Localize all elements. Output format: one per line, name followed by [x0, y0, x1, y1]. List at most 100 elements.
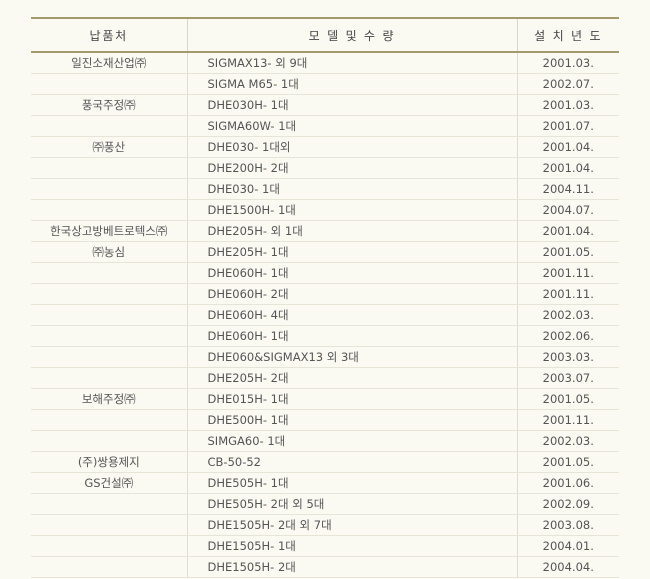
table-row: DHE1505H- 2대 2004.04. [31, 556, 619, 578]
model-cell: DHE060H- 2대 [187, 283, 517, 305]
model-cell: SIGMA M65- 1대 [187, 73, 517, 95]
model-cell: DHE030- 1대 [187, 178, 517, 200]
install-date-cell: 2001.04. [516, 157, 619, 179]
install-date-cell: 2001.04. [516, 220, 619, 242]
install-date-cell: 2001.07. [516, 115, 619, 137]
install-date-cell: 2001.04. [516, 136, 619, 158]
model-cell: CB-50-52 [187, 451, 517, 473]
install-date-cell: 2001.06. [516, 472, 619, 494]
client-cell [31, 73, 188, 95]
table-row: SIMGA60- 1대 2002.03. [31, 430, 619, 452]
client-cell [31, 556, 188, 578]
client-cell [31, 283, 188, 305]
table-row: SIGMA M65- 1대 2002.07. [31, 73, 619, 95]
model-cell: DHE060&SIGMAX13 외 3대 [187, 346, 517, 368]
install-date-cell: 2003.07. [516, 367, 619, 389]
table-row: (주)쌍용제지 CB-50-52 2001.05. [31, 451, 619, 473]
table-row: DHE1505H- 2대 외 7대 2003.08. [31, 514, 619, 536]
table-row: DHE200H- 2대 2001.04. [31, 157, 619, 179]
model-cell: DHE205H- 외 1대 [187, 220, 517, 242]
install-date-cell: 2001.11. [516, 283, 619, 305]
install-date-cell: 2001.03. [516, 51, 619, 74]
table-row: 일진소재산업㈜ SIGMAX13- 외 9대 2001.03. [31, 51, 619, 74]
client-cell: GS건설㈜ [31, 472, 188, 494]
client-cell: 보해주정㈜ [31, 388, 188, 410]
model-cell: DHE060H- 1대 [187, 325, 517, 347]
install-date-cell: 2001.05. [516, 451, 619, 473]
model-cell: DHE1500H- 1대 [187, 199, 517, 221]
install-date-cell: 2004.04. [516, 556, 619, 578]
install-date-cell: 2001.05. [516, 241, 619, 263]
model-cell: SIGMA60W- 1대 [187, 115, 517, 137]
client-cell [31, 493, 188, 515]
table-row: GS건설㈜ DHE505H- 1대 2001.06. [31, 472, 619, 494]
client-cell: 일진소재산업㈜ [31, 51, 188, 74]
install-date-cell: 2004.01. [516, 535, 619, 557]
install-date-cell: 2002.07. [516, 73, 619, 95]
install-date-cell: 2002.09. [516, 493, 619, 515]
install-date-cell: 2001.11. [516, 409, 619, 431]
model-cell: DHE1505H- 1대 [187, 535, 517, 557]
model-cell: DHE205H- 1대 [187, 241, 517, 263]
client-cell [31, 367, 188, 389]
client-cell [31, 535, 188, 557]
table-row: DHE060H- 1대 2001.11. [31, 262, 619, 284]
model-cell: DHE505H- 2대 외 5대 [187, 493, 517, 515]
install-date-cell: 2001.11. [516, 262, 619, 284]
table-row: DHE060H- 1대 2002.06. [31, 325, 619, 347]
install-date-cell: 2002.03. [516, 304, 619, 326]
model-cell: DHE505H- 1대 [187, 472, 517, 494]
client-cell [31, 514, 188, 536]
table-body: 일진소재산업㈜ SIGMAX13- 외 9대 2001.03. SIGMA M65- … [31, 51, 619, 578]
table-row: SIGMA60W- 1대 2001.07. [31, 115, 619, 137]
client-cell [31, 409, 188, 431]
table-row: DHE060H- 4대 2002.03. [31, 304, 619, 326]
model-cell: DHE200H- 2대 [187, 157, 517, 179]
model-cell: SIGMAX13- 외 9대 [187, 51, 517, 74]
client-cell [31, 199, 188, 221]
table-row: 풍국주정㈜ DHE030H- 1대 2001.03. [31, 94, 619, 116]
table-row: 보해주정㈜ DHE015H- 1대 2001.05. [31, 388, 619, 410]
table-row: DHE505H- 2대 외 5대 2002.09. [31, 493, 619, 515]
table-header: 납품처 모 델 및 수 량 설 치 년 도 [31, 17, 619, 53]
install-date-cell: 2004.11. [516, 178, 619, 200]
install-date-cell: 2001.03. [516, 94, 619, 116]
model-cell: DHE030- 1대외 [187, 136, 517, 158]
header-client: 납품처 [31, 17, 187, 53]
delivery-record-table: 납품처 모 델 및 수 량 설 치 년 도 일진소재산업㈜ SIGMAX13- 외… [31, 17, 619, 578]
model-cell: DHE060H- 1대 [187, 262, 517, 284]
client-cell [31, 304, 188, 326]
model-cell: DHE015H- 1대 [187, 388, 517, 410]
model-cell: DHE205H- 2대 [187, 367, 517, 389]
model-cell: DHE1505H- 2대 [187, 556, 517, 578]
model-cell: SIMGA60- 1대 [187, 430, 517, 452]
install-date-cell: 2001.05. [516, 388, 619, 410]
model-cell: DHE1505H- 2대 외 7대 [187, 514, 517, 536]
install-date-cell: 2002.06. [516, 325, 619, 347]
table-row: ㈜농심 DHE205H- 1대 2001.05. [31, 241, 619, 263]
table-row: DHE1505H- 1대 2004.01. [31, 535, 619, 557]
client-cell [31, 262, 188, 284]
header-row: 납품처 모 델 및 수 량 설 치 년 도 [31, 17, 619, 53]
table-row: DHE030- 1대 2004.11. [31, 178, 619, 200]
model-cell: DHE030H- 1대 [187, 94, 517, 116]
client-cell [31, 178, 188, 200]
client-cell [31, 430, 188, 452]
table-row: 한국상고방베트로텍스㈜ DHE205H- 외 1대 2001.04. [31, 220, 619, 242]
table-row: ㈜풍산 DHE030- 1대외 2001.04. [31, 136, 619, 158]
install-date-cell: 2003.03. [516, 346, 619, 368]
header-install-year: 설 치 년 도 [516, 17, 619, 53]
client-cell [31, 346, 188, 368]
delivery-table-container: 납품처 모 델 및 수 량 설 치 년 도 일진소재산업㈜ SIGMAX13- 외… [31, 17, 619, 578]
table-row: DHE060&SIGMAX13 외 3대 2003.03. [31, 346, 619, 368]
client-cell: (주)쌍용제지 [31, 451, 188, 473]
client-cell: 한국상고방베트로텍스㈜ [31, 220, 188, 242]
client-cell: ㈜풍산 [31, 136, 188, 158]
client-cell [31, 115, 188, 137]
client-cell [31, 157, 188, 179]
client-cell [31, 325, 188, 347]
model-cell: DHE500H- 1대 [187, 409, 517, 431]
client-cell: 풍국주정㈜ [31, 94, 188, 116]
client-cell: ㈜농심 [31, 241, 188, 263]
header-model-quantity: 모 델 및 수 량 [186, 17, 517, 53]
